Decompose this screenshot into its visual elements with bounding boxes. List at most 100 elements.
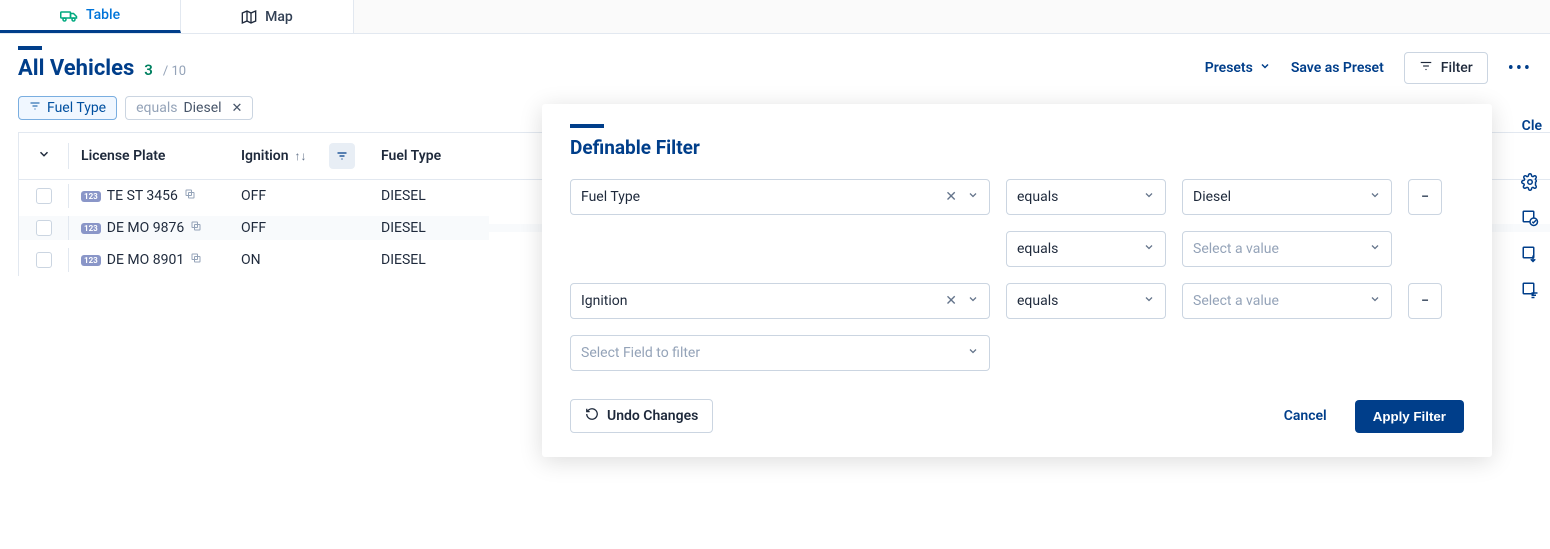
page-title: All Vehicles [18, 56, 134, 81]
chevron-down-icon [967, 189, 979, 205]
chip-equals-diesel[interactable]: equals Diesel ✕ [125, 96, 253, 120]
filter-row: Ignition ✕ equals Select a value − [570, 283, 1464, 319]
chip-equals-value: Diesel [183, 100, 221, 116]
field-value: Fuel Type [581, 189, 640, 205]
presets-label: Presets [1205, 60, 1253, 76]
more-menu[interactable]: ••• [1508, 58, 1532, 79]
row-checkbox[interactable] [36, 252, 52, 268]
value-select[interactable]: Select a value [1182, 283, 1392, 319]
chevron-down-icon [1143, 189, 1155, 205]
row-checkbox[interactable] [36, 188, 52, 204]
value-value: Diesel [1193, 189, 1231, 205]
clear-icon[interactable]: ✕ [945, 189, 957, 205]
field-select[interactable]: Fuel Type ✕ [570, 179, 990, 215]
operator-select[interactable]: equals [1006, 283, 1166, 319]
filter-row: Fuel Type ✕ equals Diesel − [570, 179, 1464, 215]
chevron-down-icon [1143, 293, 1155, 309]
panel-footer: Undo Changes Cancel Apply Filter [570, 399, 1464, 433]
copy-icon[interactable] [190, 220, 202, 236]
panel-title: Definable Filter [570, 136, 1464, 159]
cell-fuel: DIESEL [369, 216, 489, 240]
filter-icon [29, 100, 41, 116]
undo-label: Undo Changes [607, 408, 698, 424]
minus-icon: − [1421, 293, 1429, 309]
operator-value: equals [1017, 189, 1058, 205]
chevron-down-icon [967, 293, 979, 309]
cancel-link[interactable]: Cancel [1284, 408, 1327, 424]
chevron-down-icon [967, 345, 979, 361]
field-value: Ignition [581, 293, 628, 309]
filter-label: Filter [1441, 60, 1473, 76]
cell-ignition: OFF [229, 184, 369, 208]
icon-rail [1520, 172, 1540, 300]
plate-badge-icon: 123 [81, 191, 101, 202]
truck-icon [60, 8, 78, 22]
cell-ignition: ON [229, 248, 369, 272]
operator-select[interactable]: equals [1006, 179, 1166, 215]
chevron-down-icon [1369, 241, 1381, 257]
chip-fuel-type[interactable]: Fuel Type [18, 96, 117, 120]
chevron-down-icon[interactable] [37, 147, 51, 165]
view-tabs: Table Map [0, 0, 1550, 34]
clear-icon[interactable]: ✕ [945, 293, 957, 309]
remove-row-button[interactable]: − [1408, 179, 1442, 215]
cell-plate: TE ST 3456 [107, 188, 178, 204]
panel-accent [570, 124, 604, 128]
copy-icon[interactable] [190, 252, 202, 268]
gear-icon[interactable] [1520, 172, 1540, 192]
clear-link[interactable]: Cle [1522, 118, 1542, 134]
cell-ignition: OFF [229, 216, 369, 240]
column-filter-icon[interactable] [329, 143, 355, 169]
plate-badge-icon: 123 [81, 223, 101, 234]
save-preset-link[interactable]: Save as Preset [1291, 60, 1384, 76]
save-filter-icon[interactable] [1520, 208, 1540, 228]
tab-table[interactable]: Table [0, 0, 181, 33]
cell-fuel: DIESEL [369, 184, 489, 208]
filter-panel: Definable Filter Fuel Type ✕ equals Dies… [542, 104, 1492, 457]
field-placeholder: Select Field to filter [581, 345, 700, 361]
tab-table-label: Table [86, 7, 120, 23]
close-icon[interactable]: ✕ [232, 101, 243, 116]
plate-badge-icon: 123 [81, 255, 101, 266]
cell-fuel: DIESEL [369, 248, 489, 272]
col-license[interactable]: License Plate [69, 144, 229, 168]
field-select[interactable]: Ignition ✕ [570, 283, 990, 319]
chevron-down-icon [1143, 241, 1155, 257]
tab-map[interactable]: Map [181, 0, 354, 33]
value-select[interactable]: Select a value [1182, 231, 1392, 267]
apply-button[interactable]: Apply Filter [1355, 400, 1464, 433]
chevron-down-icon [1369, 293, 1381, 309]
filter-button[interactable]: Filter [1404, 52, 1488, 84]
sort-icon: ↑↓ [295, 149, 307, 163]
save-sort-icon[interactable] [1520, 244, 1540, 264]
col-fuel[interactable]: Fuel Type [369, 144, 489, 168]
minus-icon: − [1421, 189, 1429, 205]
chip-fuel-type-label: Fuel Type [47, 100, 106, 116]
undo-button[interactable]: Undo Changes [570, 399, 713, 433]
save-layout-icon[interactable] [1520, 280, 1540, 300]
cell-plate: DE MO 8901 [107, 252, 184, 268]
col-ignition[interactable]: Ignition ↑↓ [229, 139, 369, 173]
remove-row-button[interactable]: − [1408, 283, 1442, 319]
filter-row: equals Select a value [570, 231, 1464, 267]
dots-icon: ••• [1508, 58, 1532, 79]
row-checkbox[interactable] [36, 220, 52, 236]
value-placeholder: Select a value [1193, 241, 1279, 257]
operator-value: equals [1017, 241, 1058, 257]
operator-select[interactable]: equals [1006, 231, 1166, 267]
undo-icon [585, 407, 599, 425]
title-accent [18, 46, 42, 50]
chip-equals-prefix: equals [136, 100, 177, 116]
operator-value: equals [1017, 293, 1058, 309]
value-select[interactable]: Diesel [1182, 179, 1392, 215]
tab-map-label: Map [265, 9, 293, 25]
value-placeholder: Select a value [1193, 293, 1279, 309]
chevron-down-icon [1369, 189, 1381, 205]
map-icon [241, 9, 257, 25]
result-count: 3 [144, 61, 153, 79]
copy-icon[interactable] [184, 188, 196, 204]
field-select-new[interactable]: Select Field to filter [570, 335, 990, 371]
filter-icon [1419, 59, 1433, 77]
presets-dropdown[interactable]: Presets [1205, 60, 1271, 76]
save-preset-label: Save as Preset [1291, 60, 1384, 76]
